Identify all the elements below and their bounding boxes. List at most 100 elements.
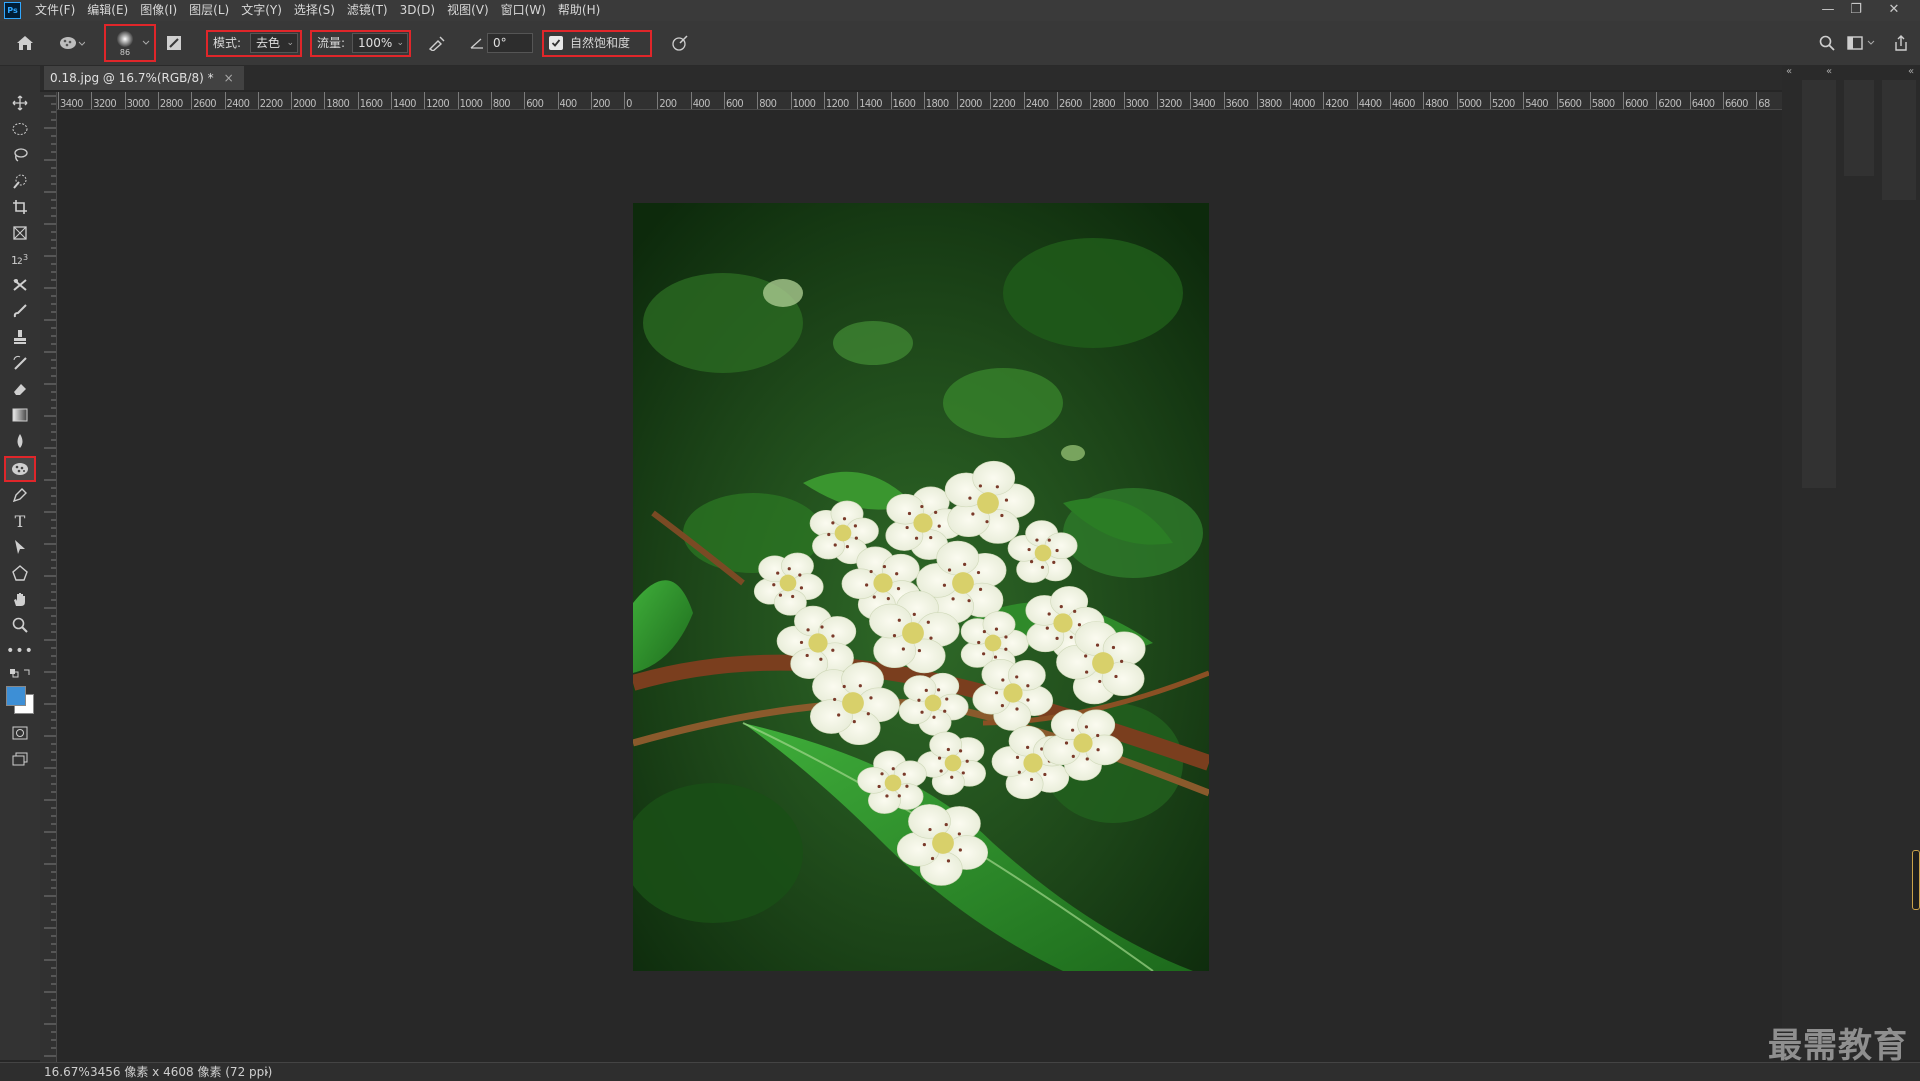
stamp-icon[interactable] — [7, 326, 33, 348]
document-info[interactable]: 3456 像素 x 4608 像素 (72 ppi) — [90, 1063, 272, 1081]
document-tab-title: 0.18.jpg @ 16.7%(RGB/8) * — [50, 71, 214, 85]
sponge-tool-preset-icon[interactable] — [58, 33, 86, 53]
ruler-tick — [1656, 92, 1658, 109]
status-menu-arrow[interactable]: › — [264, 1063, 269, 1081]
zoom-icon[interactable] — [7, 614, 33, 636]
horizontal-ruler[interactable]: 3400 3200 3000 2800 2600 2400 2200 2000 1800 1600… — [56, 92, 1782, 110]
move-icon[interactable] — [7, 92, 33, 114]
eraser-icon[interactable] — [7, 378, 33, 400]
foreground-color-swatch[interactable] — [6, 686, 26, 706]
chevron-down-icon[interactable] — [1865, 33, 1877, 53]
ruler-tick — [1423, 92, 1425, 109]
collapse-panels-icon[interactable]: « — [1826, 66, 1832, 77]
angle-input[interactable]: 0° — [487, 33, 533, 53]
quick-select-icon[interactable] — [7, 170, 33, 192]
crop-icon[interactable] — [7, 196, 33, 218]
ruler-tick — [391, 92, 392, 109]
flow-label: 流量: — [317, 36, 346, 50]
ruler-label: 2000 — [293, 97, 316, 110]
ruler-tick — [923, 92, 925, 109]
close-tab-icon[interactable]: × — [224, 66, 234, 90]
document-image[interactable] — [633, 203, 1209, 971]
close-window-button[interactable]: ✕ — [1878, 0, 1910, 21]
quick-mask-icon[interactable] — [7, 722, 33, 744]
ruler-tick — [524, 92, 526, 109]
healing-icon[interactable] — [7, 274, 33, 296]
sponge-icon[interactable] — [4, 456, 36, 482]
scroll-handle[interactable] — [1912, 850, 1920, 910]
mode-select[interactable]: 去色 ⌄ — [250, 33, 298, 53]
ruler-label: 2200 — [992, 97, 1016, 110]
menu-edit[interactable]: 编辑(E) — [81, 0, 134, 21]
ruler-tick — [1723, 92, 1724, 109]
document-tab-bar — [0, 66, 1804, 90]
ruler-tick — [291, 92, 293, 109]
lasso-icon[interactable] — [7, 144, 33, 166]
ruler-tick — [657, 92, 659, 109]
restore-button[interactable]: ❐ — [1840, 0, 1872, 21]
shape-icon[interactable] — [7, 562, 33, 584]
ruler-tick — [1057, 92, 1058, 109]
ruler-tick — [357, 92, 359, 109]
ruler-label: 800 — [492, 97, 511, 110]
vibrance-checkbox[interactable] — [549, 36, 563, 50]
brush-preset-picker[interactable]: 86 — [110, 27, 140, 59]
ruler-tick — [224, 92, 226, 109]
menu-type[interactable]: 文字(Y) — [235, 0, 288, 21]
hand-icon[interactable] — [7, 588, 33, 610]
chevron-down-icon[interactable] — [140, 33, 152, 53]
ruler-label: 2200 — [259, 97, 283, 110]
menu-window[interactable]: 窗口(W) — [495, 0, 552, 21]
ruler-tick — [1756, 92, 1758, 109]
menu-file[interactable]: 文件(F) — [29, 0, 81, 21]
eyedropper-icon[interactable]: 123 — [7, 248, 33, 270]
panel-icon-column-3 — [1882, 80, 1916, 200]
menu-filter[interactable]: 滤镜(T) — [341, 0, 394, 21]
flow-value: 100% — [358, 36, 393, 50]
menu-help[interactable]: 帮助(H) — [552, 0, 606, 21]
ruler-tick — [1456, 92, 1458, 109]
brush-icon[interactable] — [7, 300, 33, 322]
type-icon[interactable]: T — [7, 510, 33, 532]
ruler-label: 600 — [526, 97, 544, 110]
frame-icon[interactable] — [7, 222, 33, 244]
menu-layer[interactable]: 图层(L) — [183, 0, 235, 21]
ruler-tick — [1190, 92, 1192, 109]
document-tab[interactable]: 0.18.jpg @ 16.7%(RGB/8) * × — [44, 66, 244, 90]
flow-input[interactable]: 100% ⌄ — [352, 33, 408, 53]
gradient-icon[interactable] — [7, 404, 33, 426]
brush-size-value: 86 — [119, 47, 131, 57]
ruler-label: 1000 — [459, 97, 483, 110]
ruler-label: 800 — [759, 97, 777, 110]
workspace-icon[interactable] — [1844, 33, 1866, 53]
search-icon[interactable] — [1816, 33, 1838, 53]
ruler-tick — [490, 92, 492, 109]
ruler-label: 1800 — [326, 97, 350, 110]
zoom-level[interactable]: 16.67% — [44, 1063, 90, 1081]
ruler-tick — [757, 92, 759, 109]
pressure-size-icon[interactable] — [669, 33, 691, 53]
brush-settings-icon[interactable] — [163, 33, 185, 53]
menu-3d[interactable]: 3D(D) — [394, 0, 441, 21]
ruler-tick — [1023, 92, 1025, 109]
ruler-label: 3200 — [1158, 97, 1182, 110]
share-icon[interactable] — [1890, 33, 1912, 53]
collapse-panels-icon[interactable]: « — [1908, 66, 1914, 77]
ruler-tick — [1390, 92, 1391, 109]
swap-colors-icon[interactable] — [7, 666, 33, 680]
menu-view[interactable]: 视图(V) — [441, 0, 495, 21]
marquee-icon[interactable] — [7, 118, 33, 140]
path-select-icon[interactable] — [7, 536, 33, 558]
airbrush-icon[interactable] — [426, 33, 448, 53]
vertical-ruler[interactable] — [40, 92, 57, 1062]
ruler-tick — [890, 92, 892, 109]
screen-mode-icon[interactable] — [7, 748, 33, 770]
menu-image[interactable]: 图像(I) — [134, 0, 183, 21]
menu-select[interactable]: 选择(S) — [288, 0, 341, 21]
pen-icon[interactable] — [7, 484, 33, 506]
more-icon[interactable]: ••• — [6, 640, 33, 662]
blur-icon[interactable] — [7, 430, 33, 452]
history-brush-icon[interactable] — [7, 352, 33, 374]
home-icon[interactable] — [14, 33, 36, 53]
collapse-panels-icon[interactable]: « — [1786, 66, 1792, 77]
